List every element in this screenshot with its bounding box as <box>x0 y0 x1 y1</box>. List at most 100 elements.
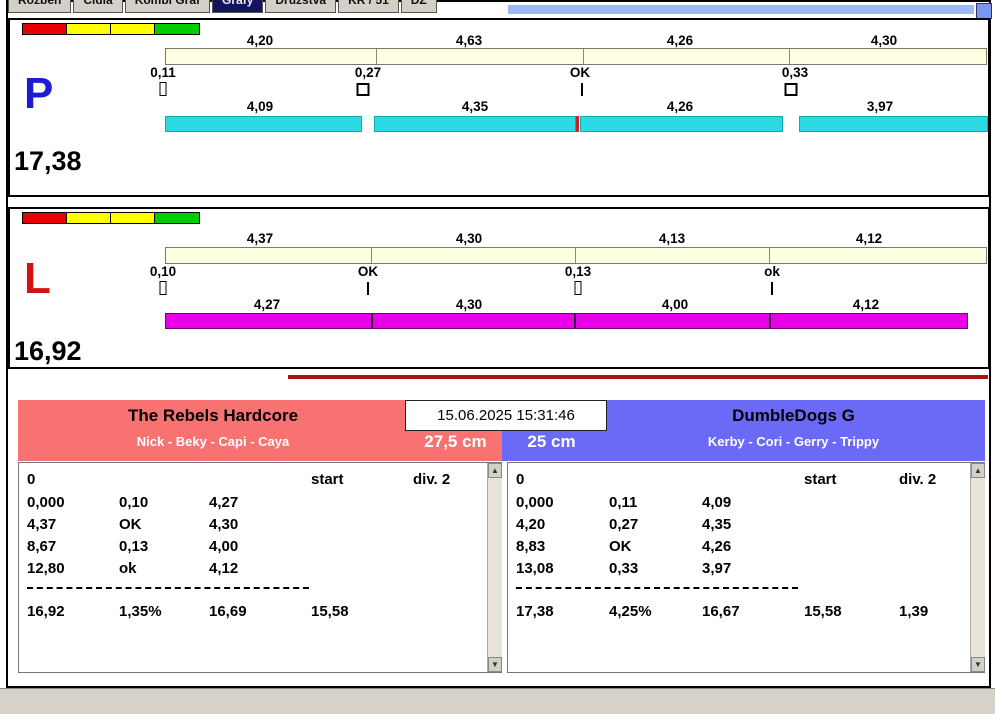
upper-lane-bar <box>165 247 987 264</box>
change-time: 0,11 <box>150 65 176 80</box>
change-cell: OK <box>609 538 632 555</box>
top-progress-strip <box>508 5 974 14</box>
lower-split-time: 4,09 <box>246 99 274 114</box>
team-dogs: Kerby - Cori - Gerry - Trippy <box>707 434 880 449</box>
split-cell: 4,12 <box>209 560 239 577</box>
cum-time-cell: 4,37 <box>27 516 57 533</box>
timeline-indicator <box>288 375 988 379</box>
fault-divider <box>576 116 579 132</box>
upper-split-time: 4,63 <box>455 33 483 48</box>
tab-dz[interactable]: DZ <box>400 0 437 13</box>
bar-divider <box>789 49 790 64</box>
header-cell: start <box>311 471 344 488</box>
split-cell: 4,30 <box>209 516 239 533</box>
light-yellow-icon <box>67 24 111 34</box>
change-cell: 0,10 <box>119 494 149 511</box>
tab-bar: Rozběh Čidla Kombi Graf Grafy Družstva K… <box>8 0 508 13</box>
bar-divider <box>769 248 770 263</box>
light-yellow-icon <box>67 213 111 223</box>
scrollbar[interactable]: ▲ ▼ <box>487 463 502 672</box>
tab-kr-51[interactable]: KR / 51 <box>338 0 399 13</box>
lane-panel-p: 4,20 4,63 4,26 4,30 0,11 0,27 OK 0,33 4,… <box>8 18 990 197</box>
total-start-cell: 15,58 <box>311 603 349 620</box>
change-box-icon <box>784 83 798 96</box>
header-cell: 0 <box>27 471 36 488</box>
change-time: OK <box>357 264 379 279</box>
total-net-cell: 16,69 <box>209 603 247 620</box>
totals-separator <box>516 587 798 589</box>
change-tick-icon <box>581 83 583 96</box>
run-bar-segment <box>374 116 576 132</box>
jump-height: 25 cm <box>527 432 576 451</box>
run-bar <box>165 313 968 329</box>
cum-time-cell: 13,08 <box>516 560 554 577</box>
datetime-display: 15.06.2025 15:31:46 <box>405 400 607 431</box>
lower-split-time: 4,30 <box>455 297 483 312</box>
lane-total-time: 17,38 <box>14 146 82 176</box>
start-lights <box>22 23 200 35</box>
split-cell: 4,00 <box>209 538 239 555</box>
tab-grafy[interactable]: Grafy <box>212 0 264 13</box>
change-time: 0,13 <box>564 264 592 279</box>
lower-split-time: 4,12 <box>852 297 880 312</box>
team-name: DumbleDogs G <box>732 406 855 425</box>
total-time-cell: 17,38 <box>516 603 554 620</box>
scroll-up-icon[interactable]: ▲ <box>971 463 985 478</box>
scroll-down-icon[interactable]: ▼ <box>488 657 502 672</box>
lower-split-time: 4,27 <box>253 297 281 312</box>
tab-druzstva[interactable]: Družstva <box>265 0 337 13</box>
cum-time-cell: 8,67 <box>27 538 57 555</box>
change-cell: 0,27 <box>609 516 639 533</box>
header-cell: start <box>804 471 837 488</box>
lane-letter: L <box>24 254 51 303</box>
upper-split-time: 4,13 <box>658 231 686 246</box>
split-cell: 3,97 <box>702 560 732 577</box>
app-window: Rozběh Čidla Kombi Graf Grafy Družstva K… <box>0 0 995 716</box>
light-yellow-icon <box>111 213 155 223</box>
scroll-down-icon[interactable]: ▼ <box>971 657 985 672</box>
change-time: 0,33 <box>781 65 809 80</box>
scrollbar[interactable]: ▲ ▼ <box>970 463 985 672</box>
start-marker-icon <box>159 281 167 295</box>
change-time: 0,10 <box>149 264 177 279</box>
total-time-cell: 16,92 <box>27 603 65 620</box>
total-diff-cell: 1,39 <box>899 603 929 620</box>
header-cell: div. 2 <box>413 471 451 488</box>
tab-cidla[interactable]: Čidla <box>73 0 123 13</box>
bar-divider <box>583 49 584 64</box>
change-time: 0,27 <box>354 65 382 80</box>
tab-kombi-graf[interactable]: Kombi Graf <box>124 0 211 13</box>
light-green-icon <box>155 213 199 223</box>
header-cell: div. 2 <box>899 471 937 488</box>
header-cell: 0 <box>516 471 525 488</box>
window-bottom-strip <box>0 688 995 714</box>
bar-divider <box>371 314 373 328</box>
top-corner-box <box>976 3 992 19</box>
run-bar-segment <box>799 116 988 132</box>
upper-split-time: 4,30 <box>455 231 483 246</box>
scroll-up-icon[interactable]: ▲ <box>488 463 502 478</box>
total-pct-cell: 4,25% <box>609 603 652 620</box>
start-lights <box>22 212 200 224</box>
light-yellow-icon <box>111 24 155 34</box>
cum-time-cell: 0,000 <box>27 494 65 511</box>
lower-split-time: 4,35 <box>461 99 489 114</box>
change-time: OK <box>569 65 591 80</box>
upper-split-time: 4,30 <box>870 33 898 48</box>
start-marker-icon <box>574 281 582 295</box>
change-box-icon <box>356 83 370 96</box>
change-cell: 0,11 <box>609 494 638 511</box>
cum-time-cell: 4,20 <box>516 516 546 533</box>
change-cell: 0,13 <box>119 538 149 555</box>
team-dogs: Nick - Beky - Capi - Caya <box>136 434 290 449</box>
cum-time-cell: 8,83 <box>516 538 546 555</box>
lower-split-time: 3,97 <box>866 99 894 114</box>
tab-rozbeh[interactable]: Rozběh <box>8 0 72 13</box>
run-bar-segment <box>580 116 783 132</box>
split-cell: 4,26 <box>702 538 732 555</box>
totals-separator <box>27 587 309 589</box>
upper-split-time: 4,12 <box>855 231 883 246</box>
results-table-right: 0 start div. 2 0,000 0,11 4,09 4,20 0,27… <box>507 462 985 673</box>
upper-split-time: 4,26 <box>666 33 694 48</box>
results-table-left: 0 start div. 2 0,000 0,10 4,27 4,37 OK 4… <box>18 462 502 673</box>
